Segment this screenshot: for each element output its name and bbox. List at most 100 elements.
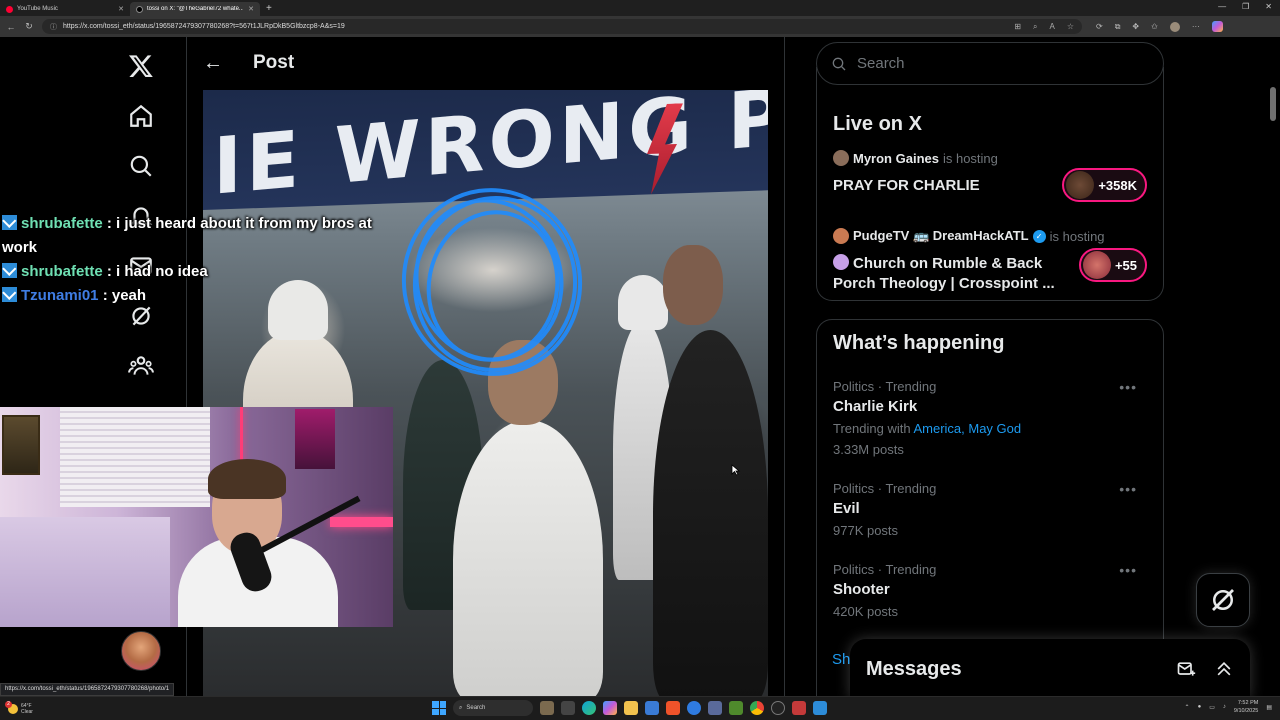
expand-chevron-icon[interactable] <box>1214 659 1234 679</box>
column-divider <box>784 37 785 696</box>
grok-floating-button[interactable] <box>1196 573 1250 627</box>
new-tab-icon[interactable]: + <box>266 2 272 16</box>
clock-date: 9/10/2025 <box>1233 708 1259 714</box>
crowd-person <box>453 420 603 696</box>
trend-post-count: 420K posts <box>833 604 899 619</box>
windows-start-icon[interactable] <box>432 701 446 715</box>
hosting-label: is hosting <box>1049 228 1105 244</box>
weather-text: 64°F Clear <box>21 703 33 715</box>
page-scrollbar[interactable] <box>1270 87 1276 121</box>
led-shelf <box>330 517 393 527</box>
chrome-icon[interactable] <box>750 701 764 715</box>
new-message-icon[interactable] <box>1176 659 1196 679</box>
brave-browser-icon[interactable] <box>666 701 680 715</box>
file-explorer-icon[interactable] <box>624 701 638 715</box>
explore-search-icon[interactable] <box>116 141 166 191</box>
extensions-puzzle-icon[interactable]: ✥ <box>1132 22 1139 31</box>
weather-widget[interactable]: 2 64°F Clear <box>0 700 120 715</box>
live-item[interactable]: PudgeTV 🚌 DreamHackATL ✓ is hosting Chur… <box>833 228 1147 298</box>
tab-x-post[interactable]: tossi on X: "@TheGabriel72 whate..." ✕ <box>130 2 260 16</box>
copilot-icon[interactable] <box>1211 21 1223 32</box>
more-options-icon[interactable]: ••• <box>1119 481 1137 497</box>
search-input[interactable] <box>857 55 1137 72</box>
app-icon[interactable] <box>792 701 806 715</box>
close-tab-icon[interactable]: ✕ <box>248 5 254 13</box>
live-listeners-pill[interactable]: +358K <box>1062 168 1147 202</box>
trend-related-links[interactable]: America, May God <box>913 421 1021 436</box>
app-icon[interactable] <box>708 701 722 715</box>
chat-badge-icon <box>2 215 17 230</box>
communities-icon[interactable] <box>116 341 166 391</box>
network-icon[interactable]: ▭ <box>1209 704 1215 711</box>
close-window-icon[interactable]: ✕ <box>1265 2 1272 11</box>
favorites-icon[interactable]: ✩ <box>1151 22 1158 31</box>
chat-badge-icon <box>2 287 17 302</box>
edge-browser-icon[interactable] <box>582 701 596 715</box>
store-icon[interactable] <box>645 701 659 715</box>
back-icon[interactable]: ← <box>6 22 16 32</box>
live-title: PRAY FOR CHARLIE <box>833 177 980 194</box>
notifications-icon[interactable]: ▤ <box>1266 704 1272 711</box>
live-item[interactable]: Myron Gaines is hosting PRAY FOR CHARLIE… <box>833 150 1147 220</box>
profile-avatar[interactable] <box>1169 21 1180 32</box>
host-name[interactable]: Myron Gaines <box>853 151 939 166</box>
listener-count: +358K <box>1098 177 1137 193</box>
trend-post-count: 3.33M posts <box>833 442 904 457</box>
app-available-icon[interactable]: ⊞ <box>1014 22 1021 32</box>
back-arrow-icon[interactable]: ← <box>203 52 223 75</box>
host-name[interactable]: PudgeTV 🚌 DreamHackATL <box>853 228 1029 244</box>
app-icon[interactable] <box>687 701 701 715</box>
tray-overflow-icon[interactable]: ⌃ <box>1185 704 1190 711</box>
volume-icon[interactable]: ♪ <box>1223 704 1226 710</box>
trend-item[interactable]: Politics · Trending Shooter 420K posts •… <box>833 562 1147 619</box>
url-field[interactable]: ⓘ https://x.com/tossi_eth/status/1965872… <box>42 19 1082 34</box>
live-listeners-pill[interactable]: +55 <box>1078 248 1147 282</box>
read-aloud-icon[interactable]: A <box>1049 22 1054 32</box>
system-tray: ⌃ ● ▭ ♪ 7:52 PM 9/10/2025 ▤ <box>1185 699 1272 715</box>
restore-icon[interactable]: ❐ <box>1242 2 1249 11</box>
site-info-icon[interactable]: ⓘ <box>50 22 57 32</box>
extension-icon[interactable]: ⟳ <box>1096 22 1103 31</box>
clock[interactable]: 7:52 PM 9/10/2025 <box>1234 699 1258 715</box>
card-title: What’s happening <box>833 332 1005 354</box>
media-player-icon[interactable] <box>771 701 785 715</box>
home-icon[interactable] <box>116 91 166 141</box>
weather-temp: 64°F <box>21 702 32 709</box>
zoom-icon[interactable]: ⌕ <box>1033 22 1037 32</box>
tab-strip: YouTube Music ✕ tossi on X: "@TheGabriel… <box>0 0 1280 16</box>
card-title: Live on X <box>833 113 922 135</box>
wall-poster <box>295 409 335 469</box>
copilot-app-icon[interactable] <box>603 701 617 715</box>
tray-app-icon[interactable]: ● <box>1198 704 1202 710</box>
task-view-icon[interactable] <box>561 701 575 715</box>
taskbar-search[interactable]: ⌕ Search <box>453 700 533 716</box>
close-tab-icon[interactable]: ✕ <box>118 5 124 13</box>
account-avatar[interactable] <box>121 631 161 671</box>
more-menu-icon[interactable]: ··· <box>1192 22 1200 31</box>
chat-message: shrubafette : i just heard about it from… <box>2 212 387 260</box>
toolbar-extensions: ⟳ ⧉ ✥ ✩ ··· <box>1096 21 1223 32</box>
minimize-icon[interactable]: — <box>1218 2 1226 11</box>
app-icon[interactable] <box>813 701 827 715</box>
trend-item[interactable]: Politics · Trending Evil 977K posts ••• <box>833 481 1147 538</box>
search-icon: ⌕ <box>459 704 463 711</box>
search-bar[interactable] <box>816 42 1164 85</box>
minecraft-icon[interactable] <box>729 701 743 715</box>
show-more-link[interactable]: Sh <box>832 651 850 668</box>
widgets-icon[interactable] <box>540 701 554 715</box>
refresh-icon[interactable]: ↻ <box>24 21 34 32</box>
more-options-icon[interactable]: ••• <box>1119 379 1137 395</box>
trend-post-count: 977K posts <box>833 523 899 538</box>
messages-drawer[interactable]: Messages <box>850 639 1250 696</box>
crowd-person-head <box>488 340 558 425</box>
trend-category: Politics · Trending <box>833 481 937 496</box>
chat-username: Tzunami01 <box>21 287 99 304</box>
favorite-star-icon[interactable]: ☆ <box>1067 22 1074 32</box>
more-options-icon[interactable]: ••• <box>1119 562 1137 578</box>
split-screen-icon[interactable]: ⧉ <box>1115 22 1121 32</box>
x-logo-icon[interactable] <box>116 41 166 91</box>
trend-item[interactable]: Politics · Trending Charlie Kirk Trendin… <box>833 379 1147 457</box>
post-header: ← Post <box>187 37 784 89</box>
hosting-label: is hosting <box>942 150 998 166</box>
tab-youtube-music[interactable]: YouTube Music ✕ <box>0 2 130 16</box>
